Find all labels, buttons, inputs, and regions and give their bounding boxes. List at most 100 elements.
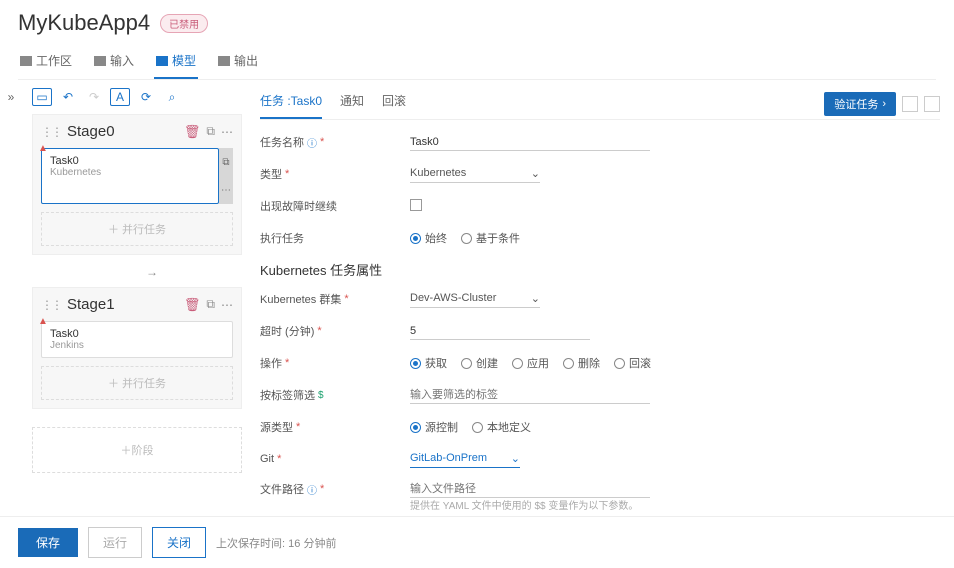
fullscreen-icon[interactable] — [924, 96, 940, 112]
task-menu-icon[interactable]: ⋯ — [221, 185, 231, 196]
git-select[interactable]: GitLab-OnPrem⌄ — [410, 450, 520, 468]
delete-stage-icon[interactable]: 🗑 — [184, 297, 201, 313]
required-mark: * — [277, 453, 281, 465]
task-name-input[interactable] — [410, 134, 650, 151]
variable-icon[interactable]: $ — [318, 390, 324, 401]
add-stage[interactable]: ＋阶段 — [32, 427, 242, 473]
tab-label: 模型 — [172, 52, 196, 69]
detail-tab-rollback[interactable]: 回滚 — [382, 88, 406, 119]
continue-checkbox[interactable] — [410, 199, 422, 211]
stage-title[interactable]: Stage1 — [67, 296, 178, 313]
drag-icon[interactable]: ⋮⋮ — [41, 298, 61, 312]
exec-radio-conditional[interactable]: 基于条件 — [461, 230, 520, 246]
exec-label: 执行任务 — [260, 230, 304, 246]
cluster-select[interactable]: Dev-AWS-Cluster⌄ — [410, 290, 540, 308]
add-parallel-task[interactable]: ＋ 并行任务 — [41, 212, 233, 246]
expand-icon[interactable] — [902, 96, 918, 112]
workspace-icon — [20, 56, 32, 66]
tab-model[interactable]: 模型 — [154, 46, 198, 79]
exec-radio-always[interactable]: 始终 — [410, 230, 447, 246]
chevron-right-icon: › — [882, 98, 886, 110]
action-radio-rollback[interactable]: 回滚 — [614, 355, 651, 371]
status-badge: 已禁用 — [160, 14, 208, 33]
info-icon[interactable]: ⓘ — [307, 135, 317, 150]
last-saved-text: 上次保存时间: 16 分钟前 — [216, 535, 336, 551]
filepath-hint-ex: Ex: GIT_BRANCH_NAME: ${input.GIT_BRANCH_… — [410, 515, 940, 516]
toolbar-a-icon[interactable]: A — [110, 88, 130, 106]
tab-output[interactable]: 输出 — [216, 46, 260, 79]
type-label: 类型 — [260, 166, 282, 182]
stage-menu-icon[interactable]: ⋯ — [221, 125, 233, 139]
git-label: Git — [260, 453, 274, 465]
input-icon — [94, 56, 106, 66]
action-radio-apply[interactable]: 应用 — [512, 355, 549, 371]
drag-icon[interactable]: ⋮⋮ — [41, 125, 61, 139]
required-mark: * — [285, 357, 289, 369]
action-radio-get[interactable]: 获取 — [410, 355, 447, 371]
task-name: Task0 — [50, 328, 224, 340]
required-mark: * — [344, 293, 348, 305]
detail-tab-notify[interactable]: 通知 — [340, 88, 364, 119]
refresh-icon[interactable]: ⟳ — [136, 88, 156, 106]
task-card[interactable]: ▲ Task0 Jenkins — [41, 321, 233, 358]
stage-panel: ▭ ↶ ↷ A ⟳ ⌕ ⋮⋮ Stage0 🗑 ⧉ ⋯ ▲ — [22, 80, 252, 516]
add-parallel-task[interactable]: ＋ 并行任务 — [41, 366, 233, 400]
detail-tab-task[interactable]: 任务 :Task0 — [260, 88, 322, 119]
info-icon[interactable]: ⓘ — [307, 482, 317, 497]
validate-button[interactable]: 验证任务› — [824, 92, 896, 116]
source-label: 源类型 — [260, 419, 293, 435]
close-button[interactable]: 关闭 — [152, 527, 206, 558]
chevron-down-icon: ⌄ — [511, 452, 520, 465]
copy-stage-icon[interactable]: ⧉ — [206, 297, 215, 312]
detail-panel: 任务 :Task0 通知 回滚 验证任务› 任务名称 ⓘ * 类型 * Kube… — [252, 80, 954, 516]
copy-stage-icon[interactable]: ⧉ — [206, 124, 215, 139]
search-icon[interactable]: ⌕ — [162, 88, 182, 106]
task-sidebar[interactable]: ⧉⋯ — [219, 148, 233, 204]
task-card[interactable]: ▲ Task0 Kubernetes — [41, 148, 219, 204]
main-tabs: 工作区 输入 模型 输出 — [18, 46, 936, 80]
delete-stage-icon[interactable]: 🗑 — [184, 124, 201, 140]
run-button[interactable]: 运行 — [88, 527, 142, 558]
action-radio-delete[interactable]: 删除 — [563, 355, 600, 371]
required-mark: * — [317, 325, 321, 337]
tab-label: 工作区 — [36, 52, 72, 69]
filepath-input[interactable] — [410, 481, 650, 498]
timeout-label: 超时 (分钟) — [260, 323, 314, 339]
output-icon — [218, 56, 230, 66]
type-select[interactable]: Kubernetes⌄ — [410, 165, 540, 183]
filepath-hint: 提供在 YAML 文件中使用的 $$ 变量作为以下参数。 — [410, 500, 940, 513]
redo-icon[interactable]: ↷ — [84, 88, 104, 106]
copy-task-icon[interactable]: ⧉ — [222, 157, 229, 168]
collapse-rail[interactable]: » — [0, 80, 22, 516]
model-icon — [156, 56, 168, 66]
action-label: 操作 — [260, 355, 282, 371]
required-mark: * — [320, 136, 324, 148]
tab-label: 输入 — [110, 52, 134, 69]
k8s-section-title: Kubernetes 任务属性 — [260, 260, 940, 279]
save-button[interactable]: 保存 — [18, 528, 78, 557]
tab-input[interactable]: 输入 — [92, 46, 136, 79]
tagfilter-label: 按标签筛选 — [260, 387, 315, 403]
stage-menu-icon[interactable]: ⋯ — [221, 298, 233, 312]
flow-arrow-icon: → — [62, 265, 242, 279]
stage-card: ⋮⋮ Stage0 🗑 ⧉ ⋯ ▲ Task0 Kubernetes ⧉⋯ ＋ … — [32, 114, 242, 255]
filepath-label: 文件路径 — [260, 481, 304, 497]
undo-icon[interactable]: ↶ — [58, 88, 78, 106]
chevron-down-icon: ⌄ — [531, 167, 540, 180]
warning-icon: ▲ — [38, 316, 48, 327]
action-radio-create[interactable]: 创建 — [461, 355, 498, 371]
chevron-down-icon: ⌄ — [531, 292, 540, 305]
stage-card: ⋮⋮ Stage1 🗑 ⧉ ⋯ ▲ Task0 Jenkins ＋ 并行任务 — [32, 287, 242, 409]
continue-label: 出现故障时继续 — [260, 198, 337, 214]
source-radio-scm[interactable]: 源控制 — [410, 419, 458, 435]
name-label: 任务名称 — [260, 134, 304, 150]
toolbar-view-icon[interactable]: ▭ — [32, 88, 52, 106]
task-type: Kubernetes — [50, 167, 210, 178]
tab-workspace[interactable]: 工作区 — [18, 46, 74, 79]
required-mark: * — [320, 483, 324, 495]
source-radio-local[interactable]: 本地定义 — [472, 419, 531, 435]
required-mark: * — [296, 421, 300, 433]
timeout-input[interactable] — [410, 323, 590, 340]
stage-title[interactable]: Stage0 — [67, 123, 178, 140]
tagfilter-input[interactable] — [410, 387, 650, 404]
